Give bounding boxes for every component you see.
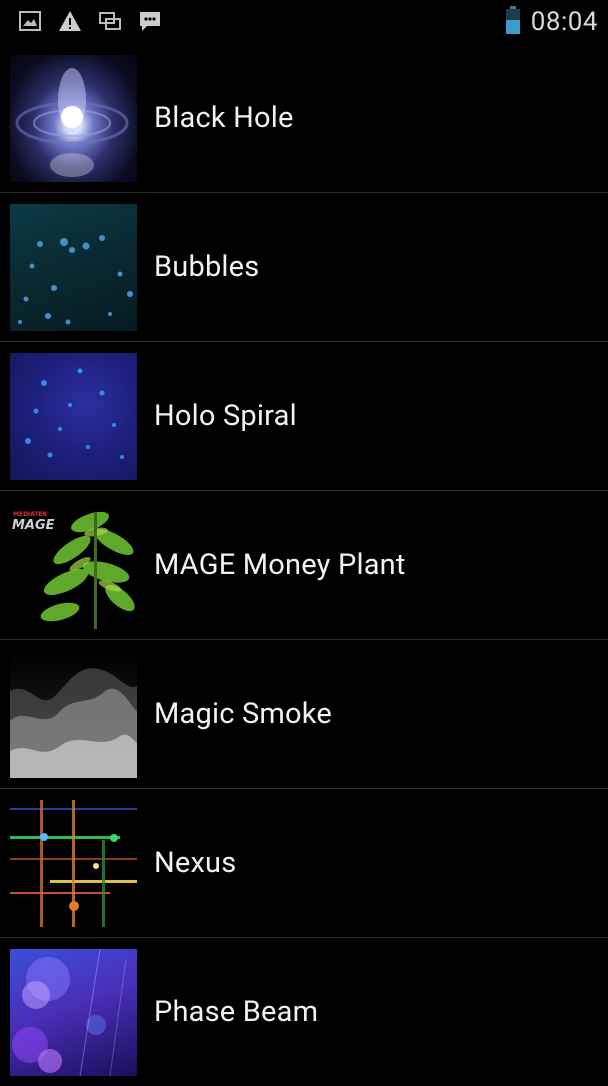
black-hole-thumbnail	[10, 54, 137, 182]
bubbles-thumbnail	[10, 203, 137, 331]
holo-spiral-thumbnail	[10, 352, 137, 480]
clock: 08:04	[530, 7, 598, 37]
wallpaper-name: Holo Spiral	[154, 399, 297, 433]
magic-smoke-thumbnail	[10, 650, 137, 778]
list-item-nexus[interactable]: Nexus	[0, 789, 608, 938]
mage-logo-text: MAGE	[12, 518, 55, 533]
wallpaper-name: Bubbles	[154, 250, 260, 284]
list-item-bubbles[interactable]: Bubbles	[0, 193, 608, 342]
mage-money-plant-thumbnail: MEDIATEK MAGE	[10, 501, 137, 629]
wallpaper-name: Phase Beam	[154, 995, 319, 1029]
wallpaper-name: Black Hole	[154, 101, 294, 135]
list-item-mage-money-plant[interactable]: MEDIATEK MAGE MAGE Money Plant	[0, 491, 608, 640]
wallpaper-name: Nexus	[154, 846, 237, 880]
list-item-magic-smoke[interactable]: Magic Smoke	[0, 640, 608, 789]
live-wallpaper-list: Black Hole Bubbles Holo Spiral MEDIATEK …	[0, 44, 608, 1086]
wallpaper-name: MAGE Money Plant	[154, 548, 406, 582]
image-icon	[18, 9, 42, 33]
list-item-holo-spiral[interactable]: Holo Spiral	[0, 342, 608, 491]
battery-icon	[505, 6, 521, 38]
wallpaper-name: Magic Smoke	[154, 697, 332, 731]
list-item-phase-beam[interactable]: Phase Beam	[0, 938, 608, 1086]
list-item-black-hole[interactable]: Black Hole	[0, 44, 608, 193]
status-bar: 08:04	[0, 0, 608, 44]
phase-beam-thumbnail	[10, 948, 137, 1076]
nexus-thumbnail	[10, 799, 137, 927]
sync-screens-icon	[98, 9, 122, 33]
chat-icon	[138, 9, 162, 33]
warning-icon	[58, 9, 82, 33]
mediatek-logo-text: MEDIATEK	[13, 511, 48, 518]
